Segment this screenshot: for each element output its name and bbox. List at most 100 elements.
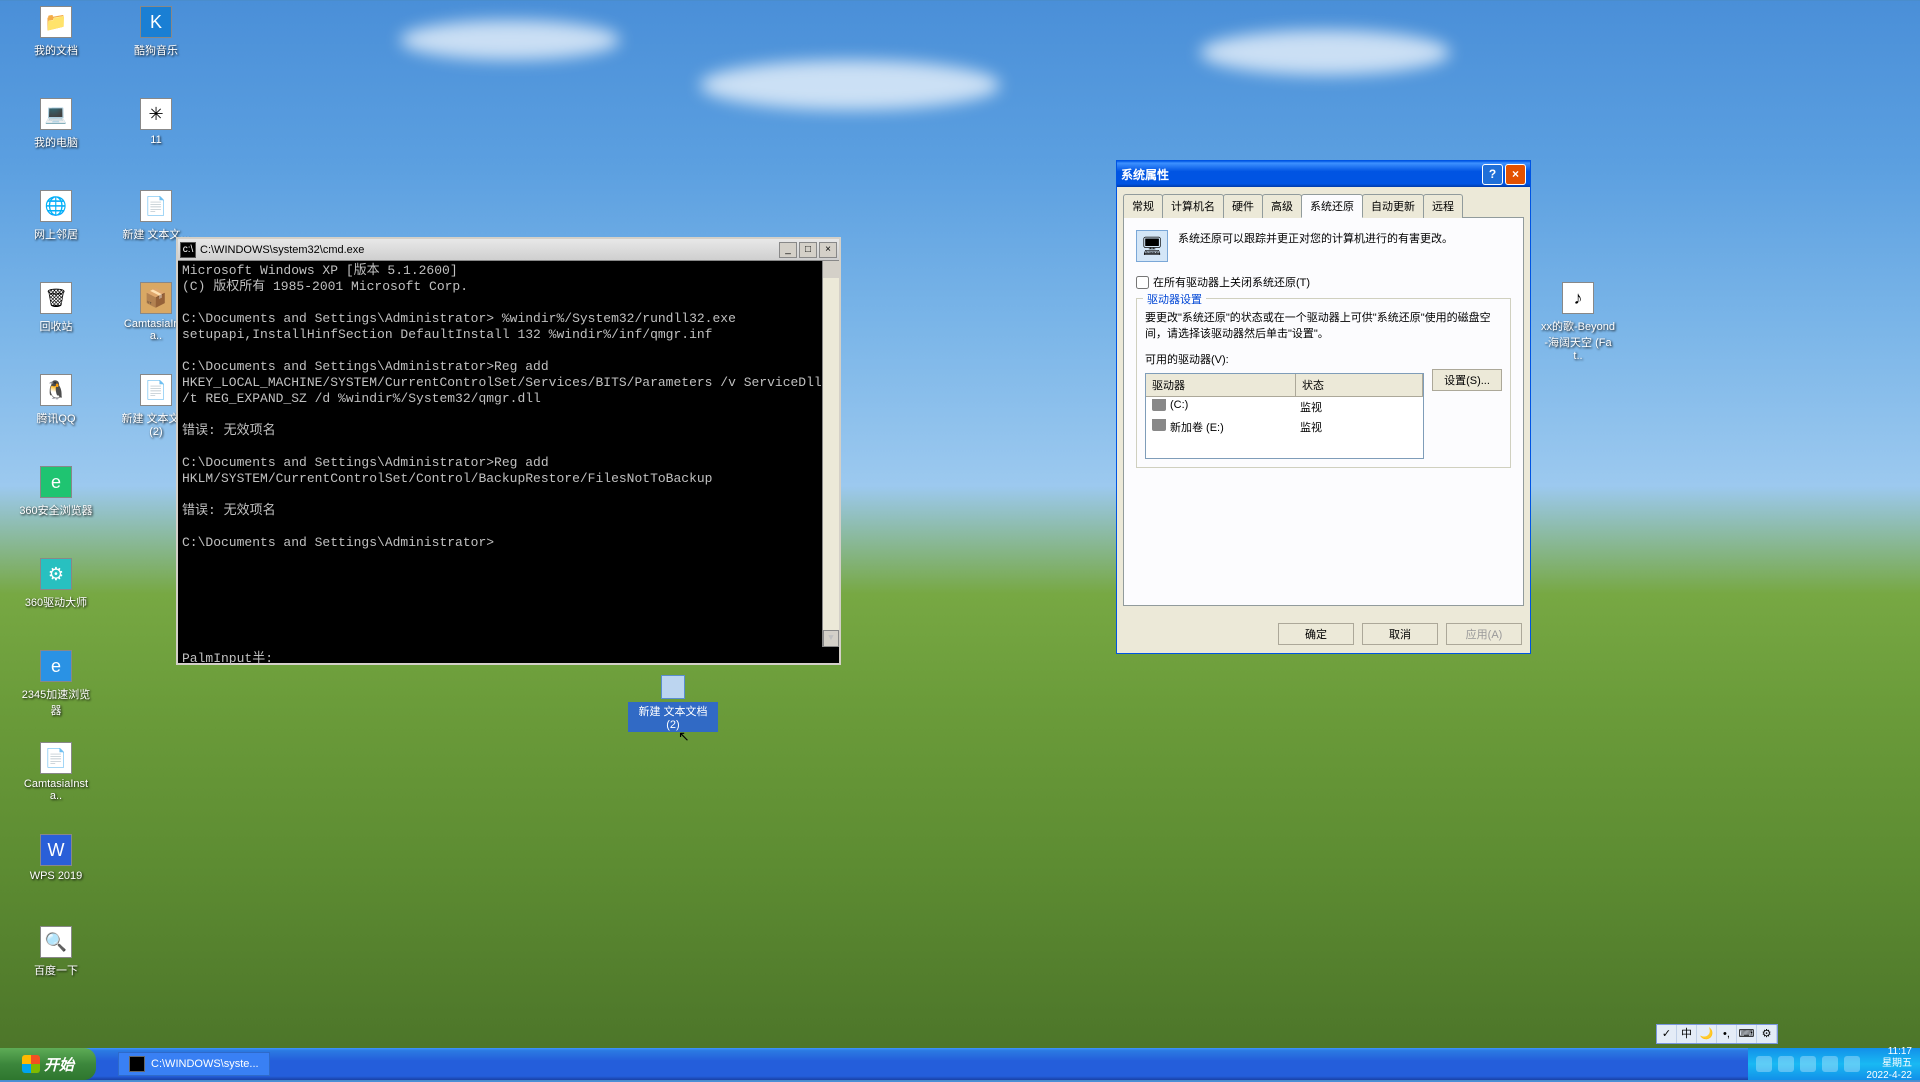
- qq-icon: 🐧: [40, 374, 72, 406]
- tray-icon[interactable]: [1844, 1056, 1860, 1072]
- scroll-track[interactable]: [823, 278, 839, 630]
- tray-icon[interactable]: [1778, 1056, 1794, 1072]
- ime-button[interactable]: 🌙: [1697, 1025, 1717, 1043]
- taskbar-clock[interactable]: 11:17 星期五 2022-4-22: [1866, 1046, 1912, 1082]
- drive-icon: [1152, 399, 1166, 411]
- disable-restore-checkbox[interactable]: 在所有驱动器上关闭系统还原(T): [1136, 274, 1511, 290]
- tab-remote[interactable]: 远程: [1423, 194, 1463, 218]
- cmd-icon: c:\: [180, 242, 196, 258]
- taskbar-item-cmd[interactable]: C:\WINDOWS\syste...: [118, 1052, 270, 1076]
- tab-computer-name[interactable]: 计算机名: [1162, 194, 1224, 218]
- drive-icon: [1152, 419, 1166, 431]
- ime-button[interactable]: 中: [1677, 1025, 1697, 1043]
- system-properties-dialog[interactable]: 系统属性 ? × 常规 计算机名 硬件 高级 系统还原 自动更新 远程 🖥 系统…: [1116, 160, 1531, 654]
- desktop-icon-baidu[interactable]: 🔍百度一下: [18, 926, 94, 978]
- restore-description: 系统还原可以跟踪并更正对您的计算机进行的有害更改。: [1178, 230, 1511, 262]
- selected-label: 新建 文本文档 (2): [628, 702, 718, 732]
- tab-hardware[interactable]: 硬件: [1223, 194, 1263, 218]
- dialog-buttons: 确定 取消 应用(A): [1117, 615, 1530, 653]
- cmd-scrollbar[interactable]: ▲ ▼: [822, 261, 839, 647]
- desktop-icon-camtasia[interactable]: 📄CamtasiaInsta..: [18, 742, 94, 802]
- col-drive[interactable]: 驱动器: [1146, 374, 1296, 396]
- text-icon: 📄: [140, 374, 172, 406]
- tab-general[interactable]: 常规: [1123, 194, 1163, 218]
- tray-icon[interactable]: [1756, 1056, 1772, 1072]
- ime-button[interactable]: ⌨: [1737, 1025, 1757, 1043]
- text-icon: 📄: [140, 190, 172, 222]
- network-icon: 🌐: [40, 190, 72, 222]
- decoration: [700, 60, 1000, 110]
- restore-icon: 🖥: [1136, 230, 1168, 262]
- desktop-icon-qq[interactable]: 🐧腾讯QQ: [18, 374, 94, 426]
- drive-row[interactable]: (C:) 监视: [1146, 397, 1423, 417]
- help-button[interactable]: ?: [1482, 164, 1503, 185]
- ime-toolbar[interactable]: ✓ 中 🌙 •, ⌨ ⚙: [1656, 1024, 1778, 1044]
- drive-list-label: 可用的驱动器(V):: [1145, 351, 1502, 367]
- ok-button[interactable]: 确定: [1278, 623, 1354, 645]
- tray-icon[interactable]: [1800, 1056, 1816, 1072]
- desktop-icon-wps[interactable]: WWPS 2019: [18, 834, 94, 882]
- drive-list[interactable]: 驱动器 状态 (C:) 监视 新加卷 (E:) 监视: [1145, 373, 1424, 459]
- dialog-title: 系统属性: [1121, 166, 1169, 183]
- desktop-icon-recycle-bin[interactable]: 🗑回收站: [18, 282, 94, 334]
- document-icon: 📄: [40, 742, 72, 774]
- decoration: [400, 20, 620, 60]
- audio-icon: ♪: [1562, 282, 1594, 314]
- group-legend: 驱动器设置: [1143, 291, 1206, 307]
- cmd-window[interactable]: c:\ C:\WINDOWS\system32\cmd.exe _ □ × Mi…: [176, 237, 841, 665]
- desktop-icon-11[interactable]: ✳11: [118, 98, 194, 146]
- desktop-icon-textdoc[interactable]: 📄新建 文本文...: [118, 190, 194, 242]
- close-button[interactable]: ×: [819, 242, 837, 258]
- desktop-icon-360browser[interactable]: e360安全浏览器: [18, 466, 94, 518]
- gear-icon: ⚙: [40, 558, 72, 590]
- cmd-titlebar[interactable]: c:\ C:\WINDOWS\system32\cmd.exe _ □ ×: [178, 239, 839, 261]
- settings-button[interactable]: 设置(S)...: [1432, 369, 1502, 391]
- desktop-icon-network[interactable]: 🌐网上邻居: [18, 190, 94, 242]
- tab-strip: 常规 计算机名 硬件 高级 系统还原 自动更新 远程: [1123, 193, 1524, 218]
- col-status[interactable]: 状态: [1296, 374, 1423, 396]
- drive-settings-group: 驱动器设置 要更改"系统还原"的状态或在一个驱动器上可供"系统还原"使用的磁盘空…: [1136, 298, 1511, 468]
- package-icon: 📦: [140, 282, 172, 314]
- wps-icon: W: [40, 834, 72, 866]
- desktop-icon-my-computer[interactable]: 💻我的电脑: [18, 98, 94, 150]
- desktop-icon-kugou[interactable]: K酷狗音乐: [118, 6, 194, 58]
- file-icon: ✳: [140, 98, 172, 130]
- desktop-icon-360driver[interactable]: ⚙360驱动大师: [18, 558, 94, 610]
- maximize-button[interactable]: □: [799, 242, 817, 258]
- trash-icon: 🗑: [40, 282, 72, 314]
- tab-auto-update[interactable]: 自动更新: [1362, 194, 1424, 218]
- cmd-ime-status: PalmInput半:: [178, 647, 839, 663]
- tab-advanced[interactable]: 高级: [1262, 194, 1302, 218]
- group-description: 要更改"系统还原"的状态或在一个驱动器上可供"系统还原"使用的磁盘空间，请选择该…: [1145, 309, 1502, 341]
- ime-button[interactable]: ✓: [1657, 1025, 1677, 1043]
- system-tray: 11:17 星期五 2022-4-22: [1748, 1048, 1920, 1080]
- windows-logo-icon: [22, 1055, 40, 1073]
- desktop-icon-selected[interactable]: 新建 文本文档 (2): [628, 675, 718, 732]
- cancel-button[interactable]: 取消: [1362, 623, 1438, 645]
- tab-panel: 🖥 系统还原可以跟踪并更正对您的计算机进行的有害更改。 在所有驱动器上关闭系统还…: [1123, 218, 1524, 606]
- desktop-icon-2345browser[interactable]: e2345加速浏览器: [18, 650, 94, 718]
- cursor-icon: ↖: [678, 728, 690, 745]
- desktop-icon-wma[interactable]: ♪xx的歌-Beyond-海阔天空 (Fat..: [1540, 282, 1616, 362]
- cmd-output[interactable]: Microsoft Windows XP [版本 5.1.2600] (C) 版…: [178, 261, 839, 647]
- minimize-button[interactable]: _: [779, 242, 797, 258]
- close-button[interactable]: ×: [1505, 164, 1526, 185]
- desktop-icon-my-documents[interactable]: 📁我的文档: [18, 6, 94, 58]
- checkbox-input[interactable]: [1136, 276, 1149, 289]
- ime-button[interactable]: ⚙: [1757, 1025, 1777, 1043]
- drive-row[interactable]: 新加卷 (E:) 监视: [1146, 417, 1423, 437]
- cmd-title-text: C:\WINDOWS\system32\cmd.exe: [200, 244, 364, 256]
- tray-icon[interactable]: [1822, 1056, 1838, 1072]
- browser-icon: e: [40, 466, 72, 498]
- computer-icon: 💻: [40, 98, 72, 130]
- cmd-icon: [129, 1056, 145, 1072]
- ime-button[interactable]: •,: [1717, 1025, 1737, 1043]
- apply-button[interactable]: 应用(A): [1446, 623, 1522, 645]
- start-button[interactable]: 开始: [0, 1048, 96, 1080]
- scroll-down-button[interactable]: ▼: [823, 630, 839, 647]
- music-icon: K: [140, 6, 172, 38]
- taskbar: 开始 C:\WINDOWS\syste... 11:17 星期五 2022-4-…: [0, 1048, 1920, 1080]
- tab-system-restore[interactable]: 系统还原: [1301, 194, 1363, 218]
- dialog-titlebar[interactable]: 系统属性 ? ×: [1117, 161, 1530, 187]
- browser-icon: e: [40, 650, 72, 682]
